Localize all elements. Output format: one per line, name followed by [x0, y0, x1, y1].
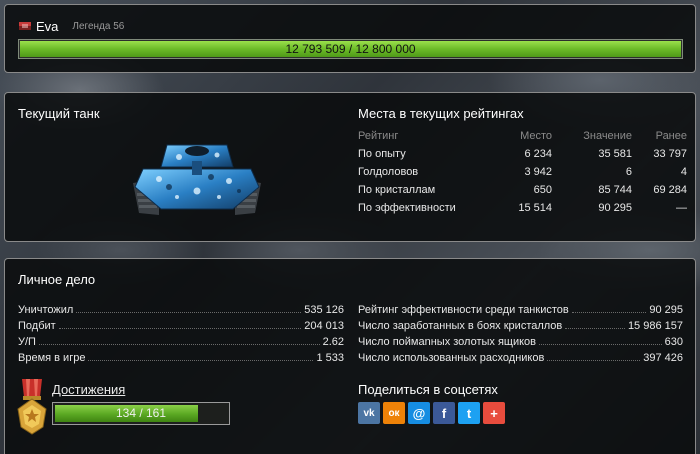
- ratings-table: Рейтинг Место Значение Ранее По опыту 6 …: [358, 126, 687, 217]
- stat-row: Число использованных расходников 397 426: [358, 348, 683, 364]
- share-title: Поделиться в соцсетях: [358, 382, 498, 397]
- stat-value: 397 426: [643, 352, 683, 364]
- dotted-leader: [76, 312, 302, 313]
- stat-label: Подбит: [18, 320, 56, 332]
- rating-place: 15 514: [518, 202, 552, 214]
- stat-value: 90 295: [649, 304, 683, 316]
- rating-value: 90 295: [598, 202, 632, 214]
- stat-label: Число поймanных золотых ящиков: [358, 336, 537, 348]
- dotted-leader: [88, 360, 314, 361]
- dotted-leader: [565, 328, 625, 329]
- rating-place: 6 234: [524, 148, 552, 160]
- rating-name: По кристаллам: [358, 184, 436, 196]
- rating-previous: 69 284: [653, 184, 687, 196]
- stat-value: 204 013: [304, 320, 344, 332]
- social-buttons: vk ок @ f t +: [358, 402, 505, 424]
- rating-name: По опыту: [358, 148, 406, 160]
- ratings-header-row: Рейтинг Место Значение Ранее: [358, 126, 687, 145]
- rating-name: По эффективности: [358, 202, 456, 214]
- ratings-title: Места в текущих рейтингах: [358, 106, 524, 121]
- vk-share-button[interactable]: vk: [358, 402, 380, 424]
- dotted-leader: [38, 344, 320, 345]
- mail-icon: @: [412, 405, 426, 421]
- current-tank-title: Текущий танк: [18, 106, 100, 121]
- stat-value: 2.62: [322, 336, 344, 348]
- dotted-leader: [547, 360, 641, 361]
- experience-text: 12 793 509 / 12 800 000: [285, 42, 416, 56]
- dotted-leader: [571, 312, 647, 313]
- facebook-icon: f: [441, 405, 447, 421]
- rating-place: 3 942: [524, 166, 552, 178]
- ratings-row: По эффективности 15 514 90 295 —: [358, 199, 687, 217]
- user-row: Eva Легенда 56: [19, 18, 124, 34]
- odnoklassniki-share-button[interactable]: ок: [383, 402, 405, 424]
- facebook-share-button[interactable]: f: [433, 402, 455, 424]
- stat-value: 535 126: [304, 304, 344, 316]
- tank-image: [133, 144, 261, 215]
- ratings-header-rating: Рейтинг: [358, 129, 399, 142]
- stat-label: Число использованных расходников: [358, 352, 545, 364]
- experience-bar: 12 793 509 / 12 800 000: [18, 39, 683, 59]
- stat-row: Число заработанных в боях кристаллов 15 …: [358, 316, 683, 332]
- stat-value: 630: [664, 336, 683, 348]
- ratings-header-previous: Ранее: [655, 129, 687, 142]
- tank-ratings-panel: Текущий танк Места в текущих рейтингах Р…: [4, 92, 696, 242]
- profile-header: Eva Легенда 56 12 793 509 / 12 800 000: [4, 4, 696, 73]
- ratings-header-value: Значение: [583, 129, 632, 142]
- stat-label: Число заработанных в боях кристаллов: [358, 320, 563, 332]
- rating-previous: —: [676, 202, 687, 214]
- plus-icon: +: [490, 405, 498, 421]
- rating-previous: 4: [680, 166, 687, 178]
- vk-icon: vk: [363, 407, 375, 419]
- stat-row: Число поймanных золотых ящиков 630: [358, 332, 683, 348]
- stat-row: Время в игре 1 533: [18, 348, 344, 364]
- medal-icon: [17, 379, 47, 435]
- plus-share-button[interactable]: +: [483, 402, 505, 424]
- combat-stats-list: Уничтожил 535 126 Подбит 204 013 У/П 2.6…: [18, 300, 344, 364]
- dotted-leader: [539, 344, 662, 345]
- mail-share-button[interactable]: @: [408, 402, 430, 424]
- rating-value: 35 581: [598, 148, 632, 160]
- stat-label: У/П: [18, 336, 36, 348]
- stat-row: Подбит 204 013: [18, 316, 344, 332]
- username[interactable]: Eva: [36, 19, 58, 34]
- ratings-row: Голдоловов 3 942 6 4: [358, 163, 687, 181]
- stat-label: Время в игре: [18, 352, 86, 364]
- dotted-leader: [58, 328, 302, 329]
- rank-label: Легенда 56: [72, 20, 125, 32]
- personal-file-title: Личное дело: [18, 272, 96, 287]
- ratings-header-place: Место: [520, 129, 552, 142]
- rating-place: 650: [533, 184, 552, 196]
- achievements-progress-bar: 134 / 161: [52, 402, 230, 425]
- stat-label: Уничтожил: [18, 304, 74, 316]
- ratings-row: По опыту 6 234 35 581 33 797: [358, 145, 687, 163]
- flag-icon: [19, 22, 31, 30]
- personal-file-panel: Личное дело Уничтожил 535 126 Подбит 204…: [4, 258, 696, 454]
- rating-value: 6: [625, 166, 632, 178]
- stat-value: 1 533: [316, 352, 344, 364]
- twitter-share-button[interactable]: t: [458, 402, 480, 424]
- rating-name: Голдоловов: [358, 166, 419, 178]
- stat-row: Рейтинг эффективности среди танкистов 90…: [358, 300, 683, 316]
- stat-label: Рейтинг эффективности среди танкистов: [358, 304, 569, 316]
- stat-row: У/П 2.62: [18, 332, 344, 348]
- stat-value: 15 986 157: [627, 320, 683, 332]
- twitter-icon: t: [466, 405, 472, 421]
- achievements-link[interactable]: Достижения: [52, 382, 125, 397]
- achievements-progress-text: 134 / 161: [115, 406, 167, 420]
- rating-value: 85 744: [598, 184, 632, 196]
- ratings-row: По кристаллам 650 85 744 69 284: [358, 181, 687, 199]
- economy-stats-list: Рейтинг эффективности среди танкистов 90…: [358, 300, 683, 364]
- odnoklassniki-icon: ок: [388, 407, 400, 419]
- rating-previous: 33 797: [653, 148, 687, 160]
- stat-row: Уничтожил 535 126: [18, 300, 344, 316]
